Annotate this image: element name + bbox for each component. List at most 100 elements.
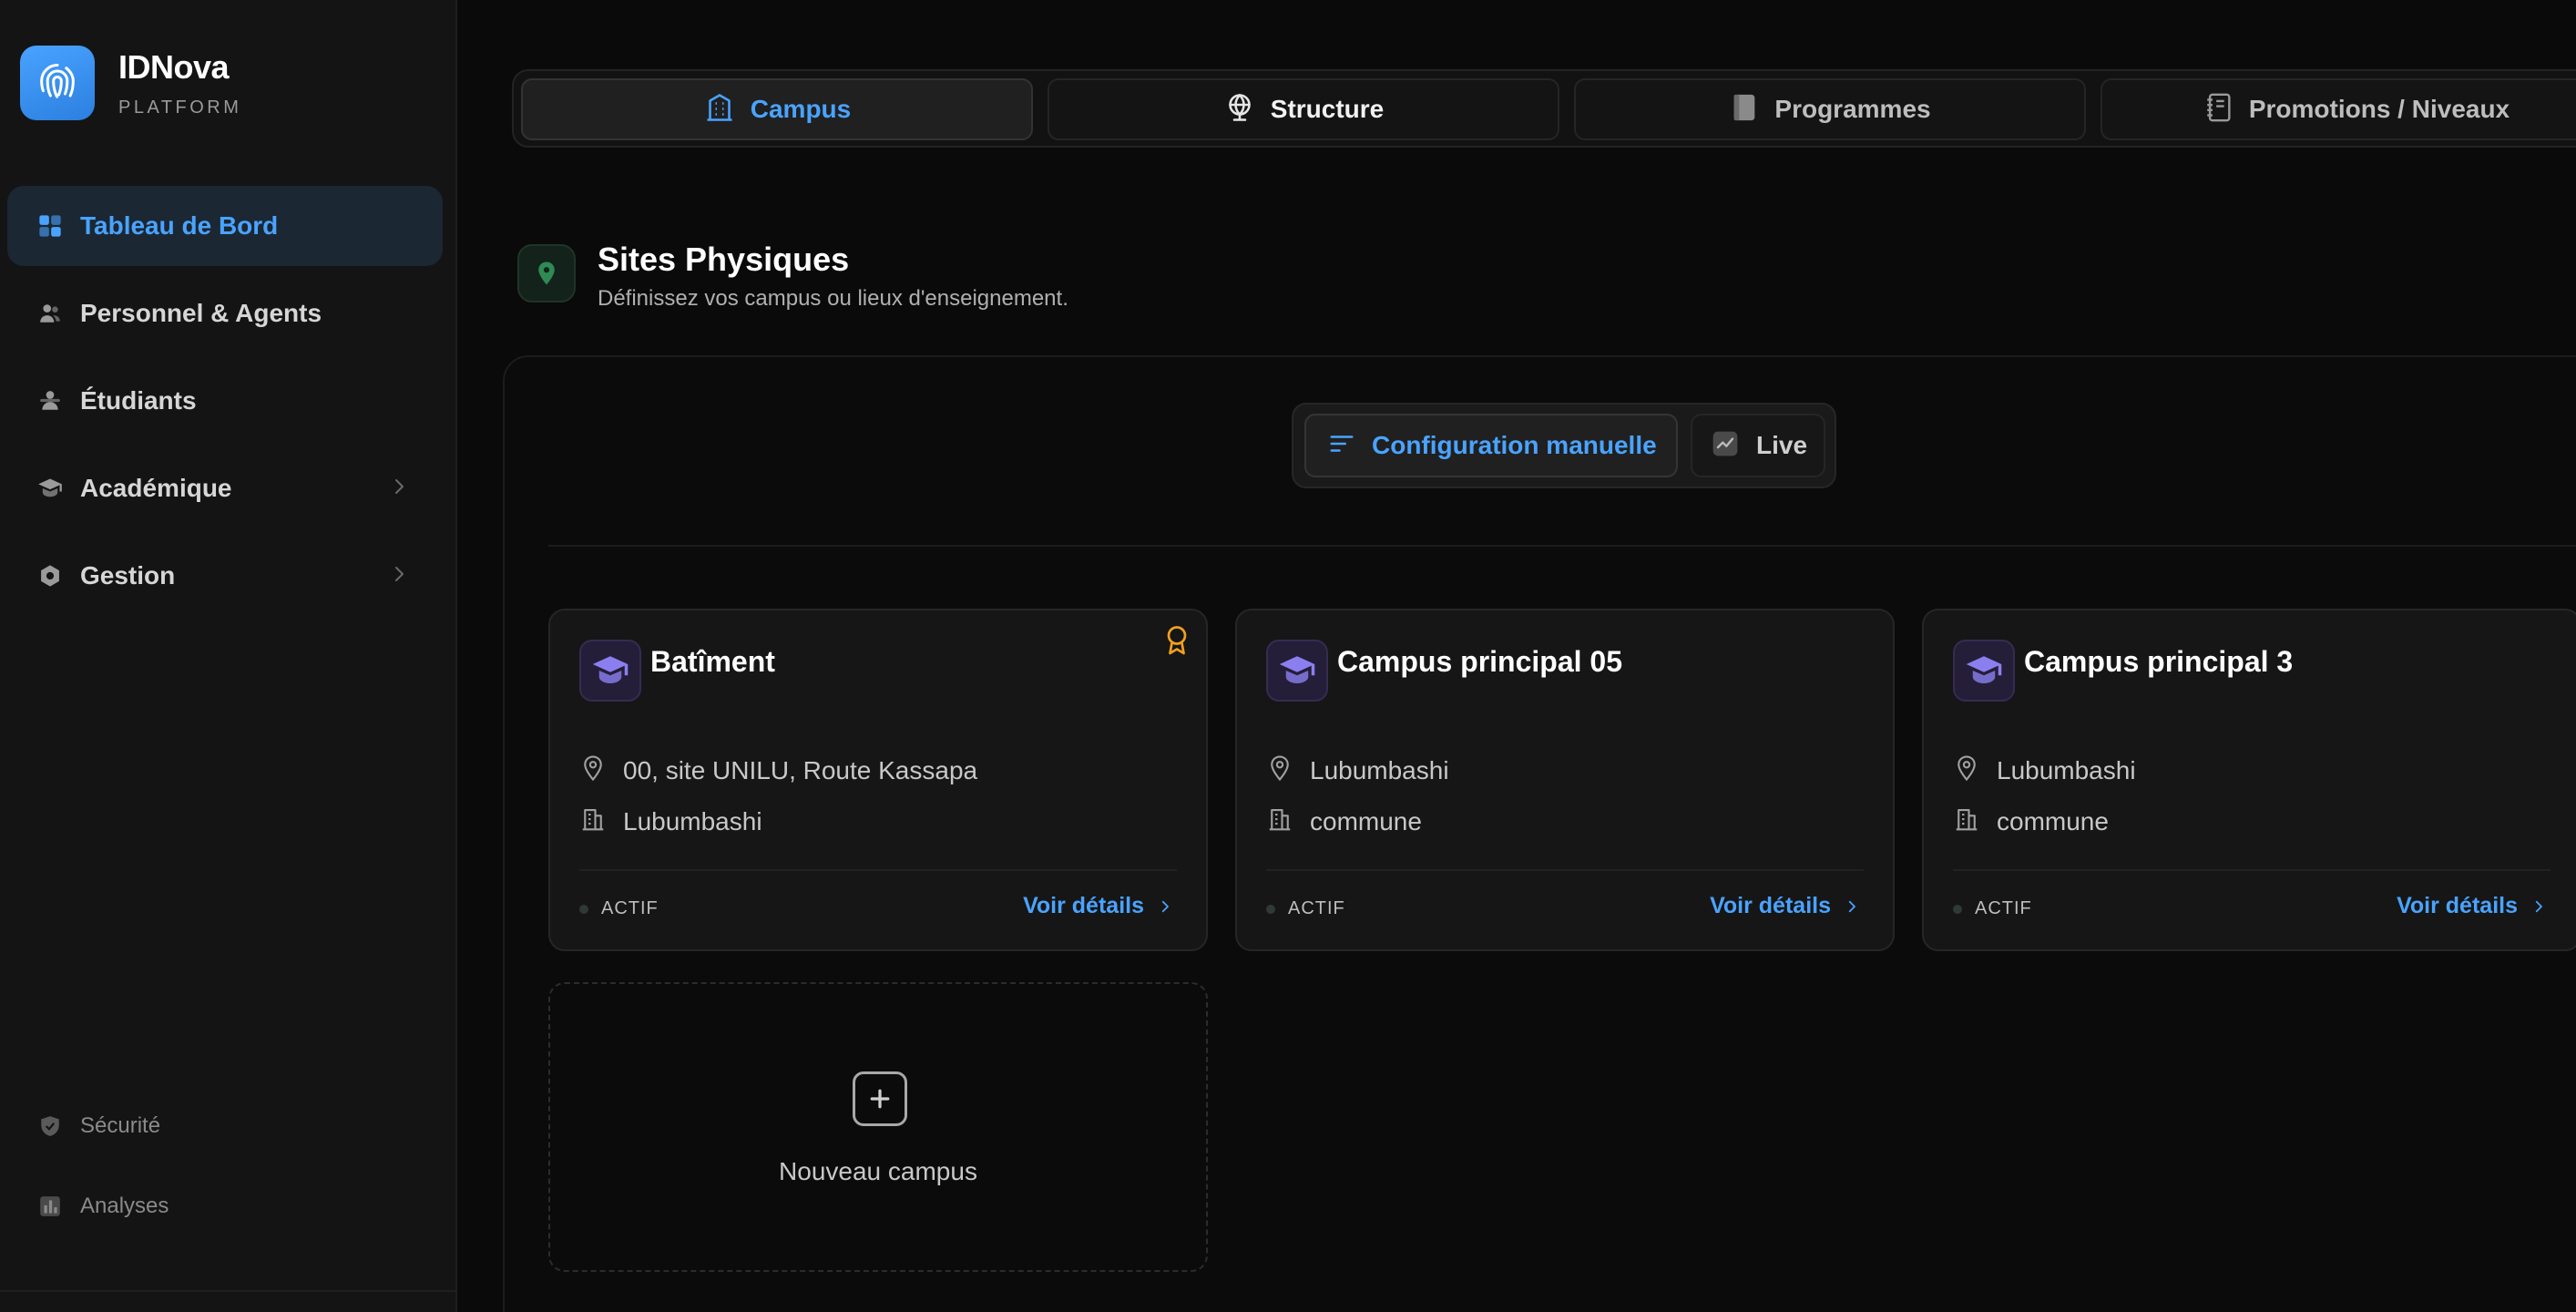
brand-name: IDNova bbox=[118, 47, 230, 86]
sidebar-item-label: Tableau de Bord bbox=[80, 211, 279, 240]
grid-icon bbox=[36, 212, 64, 240]
brand[interactable]: IDNova PLATFORM bbox=[20, 46, 241, 120]
globe-icon bbox=[1223, 91, 1256, 128]
campus-address: Lubumbashi bbox=[1997, 755, 2136, 784]
graduation-cap-icon bbox=[1266, 640, 1328, 702]
chevron-right-icon[interactable] bbox=[388, 563, 410, 589]
tab-label: Structure bbox=[1270, 95, 1385, 123]
tab-structure[interactable]: Structure bbox=[1048, 78, 1559, 140]
chevron-right-icon bbox=[1848, 900, 1855, 912]
map-pin-icon bbox=[579, 754, 607, 786]
status-badge: ACTIF bbox=[1266, 898, 1345, 919]
sidebar-item-analyses[interactable]: Analyses bbox=[7, 1170, 443, 1243]
sidebar-item-label: Sécurité bbox=[80, 1113, 161, 1138]
campus-card[interactable]: Campus principal 05 Lubumbashi commune A… bbox=[1235, 609, 1895, 951]
campus-city: commune bbox=[1310, 806, 1422, 835]
status-badge: ACTIF bbox=[1953, 898, 2032, 919]
manual-config-button[interactable]: Configuration manuelle bbox=[1304, 414, 1678, 477]
sidebar-item-label: Étudiants bbox=[80, 386, 197, 415]
tab-campus[interactable]: Campus bbox=[521, 78, 1033, 140]
sidebar-item-securite[interactable]: Sécurité bbox=[7, 1090, 443, 1163]
campus-name: Campus principal 3 bbox=[2024, 645, 2294, 678]
tab-label: Campus bbox=[750, 95, 852, 123]
page-subtitle: Définissez vos campus ou lieux d'enseign… bbox=[598, 286, 1068, 311]
graduation-cap-icon bbox=[1953, 640, 2015, 702]
sidebar-item-etudiants[interactable]: Étudiants bbox=[7, 361, 443, 441]
list-filter-icon bbox=[1328, 430, 1355, 462]
sidebar-item-label: Gestion bbox=[80, 561, 176, 589]
card-divider bbox=[579, 869, 1177, 871]
live-label: Live bbox=[1756, 431, 1808, 459]
status-text: ACTIF bbox=[601, 898, 659, 918]
campus-city-row: commune bbox=[1953, 805, 2109, 837]
sidebar-item-label: Académique bbox=[80, 474, 232, 502]
campus-address: 00, site UNILU, Route Kassapa bbox=[623, 755, 978, 784]
view-details-label: Voir détails bbox=[1710, 893, 1831, 918]
campus-city: Lubumbashi bbox=[623, 806, 762, 835]
campus-address-row: Lubumbashi bbox=[1266, 754, 1449, 786]
map-pin-icon bbox=[1266, 754, 1293, 786]
view-details-link[interactable]: Voir détails bbox=[2397, 893, 2547, 919]
sidebar-item-personnel-agents[interactable]: Personnel & Agents bbox=[7, 273, 443, 354]
sidebar-item-academique[interactable]: Académique bbox=[7, 448, 443, 528]
map-pin-icon bbox=[1953, 754, 1980, 786]
new-campus-label: Nouveau campus bbox=[779, 1157, 977, 1185]
campus-address-row: 00, site UNILU, Route Kassapa bbox=[579, 754, 977, 786]
graduation-cap-icon bbox=[579, 640, 641, 702]
chevron-right-icon bbox=[1161, 900, 1169, 912]
section-divider bbox=[548, 545, 2576, 547]
status-text: ACTIF bbox=[1288, 898, 1345, 918]
sidebar-bottom-nav: Sécurité Analyses bbox=[7, 1090, 443, 1250]
tab-promotions-niveaux[interactable]: Promotions / Niveaux bbox=[2101, 78, 2576, 140]
sidebar-item-gestion[interactable]: Gestion bbox=[7, 536, 443, 616]
campus-address: Lubumbashi bbox=[1310, 755, 1449, 784]
brand-subtitle: PLATFORM bbox=[118, 97, 242, 118]
card-divider bbox=[1266, 869, 1864, 871]
campus-city-row: commune bbox=[1266, 805, 1422, 837]
status-dot bbox=[1953, 904, 1962, 914]
settings-icon bbox=[36, 562, 64, 589]
sidebar-nav: Tableau de Bord Personnel & Agents Étudi… bbox=[7, 186, 443, 623]
tab-label: Promotions / Niveaux bbox=[2248, 95, 2510, 123]
sidebar-item-label: Personnel & Agents bbox=[80, 299, 322, 327]
plus-icon bbox=[853, 1071, 907, 1126]
status-dot bbox=[579, 904, 588, 914]
chart-icon bbox=[36, 1193, 64, 1220]
campus-address-row: Lubumbashi bbox=[1953, 754, 2136, 786]
sidebar-item-label: Analyses bbox=[80, 1194, 169, 1218]
view-details-link[interactable]: Voir détails bbox=[1023, 893, 1173, 919]
campus-name: Batîment bbox=[650, 645, 775, 678]
view-details-label: Voir détails bbox=[1023, 893, 1144, 918]
building-icon bbox=[1266, 805, 1293, 837]
campus-city-row: Lubumbashi bbox=[579, 805, 762, 837]
building-icon bbox=[579, 805, 607, 837]
map-pin-icon bbox=[517, 244, 576, 302]
tab-programmes[interactable]: Programmes bbox=[1574, 78, 2086, 140]
campus-card[interactable]: Campus principal 3 Lubumbashi commune AC… bbox=[1922, 609, 2576, 951]
graduation-cap-icon bbox=[36, 475, 64, 502]
building-icon bbox=[1953, 805, 1980, 837]
sidebar-item-tableau-de-bord[interactable]: Tableau de Bord bbox=[7, 186, 443, 266]
campus-name: Campus principal 05 bbox=[1337, 645, 1622, 678]
activity-icon bbox=[1711, 429, 1740, 463]
page-title: Sites Physiques bbox=[598, 241, 850, 278]
live-button[interactable]: Live bbox=[1691, 414, 1825, 477]
mode-toggle: Configuration manuelle Live bbox=[1292, 403, 1836, 488]
notebook-icon bbox=[2203, 92, 2234, 128]
new-campus-button[interactable]: Nouveau campus bbox=[548, 982, 1208, 1272]
award-icon bbox=[1160, 623, 1193, 661]
campus-card[interactable]: Batîment 00, site UNILU, Route Kassapa L… bbox=[548, 609, 1208, 951]
status-text: ACTIF bbox=[1975, 898, 2032, 918]
view-details-link[interactable]: Voir détails bbox=[1710, 893, 1860, 919]
card-divider bbox=[1953, 869, 2550, 871]
users-icon bbox=[36, 300, 64, 327]
students-icon bbox=[36, 387, 64, 415]
status-badge: ACTIF bbox=[579, 898, 659, 919]
chevron-right-icon[interactable] bbox=[388, 476, 410, 502]
book-icon bbox=[1729, 92, 1760, 128]
tab-label: Programmes bbox=[1774, 95, 1931, 123]
chevron-right-icon bbox=[2535, 900, 2542, 912]
campus-city: commune bbox=[1997, 806, 2109, 835]
view-details-label: Voir détails bbox=[2397, 893, 2518, 918]
status-dot bbox=[1266, 904, 1275, 914]
